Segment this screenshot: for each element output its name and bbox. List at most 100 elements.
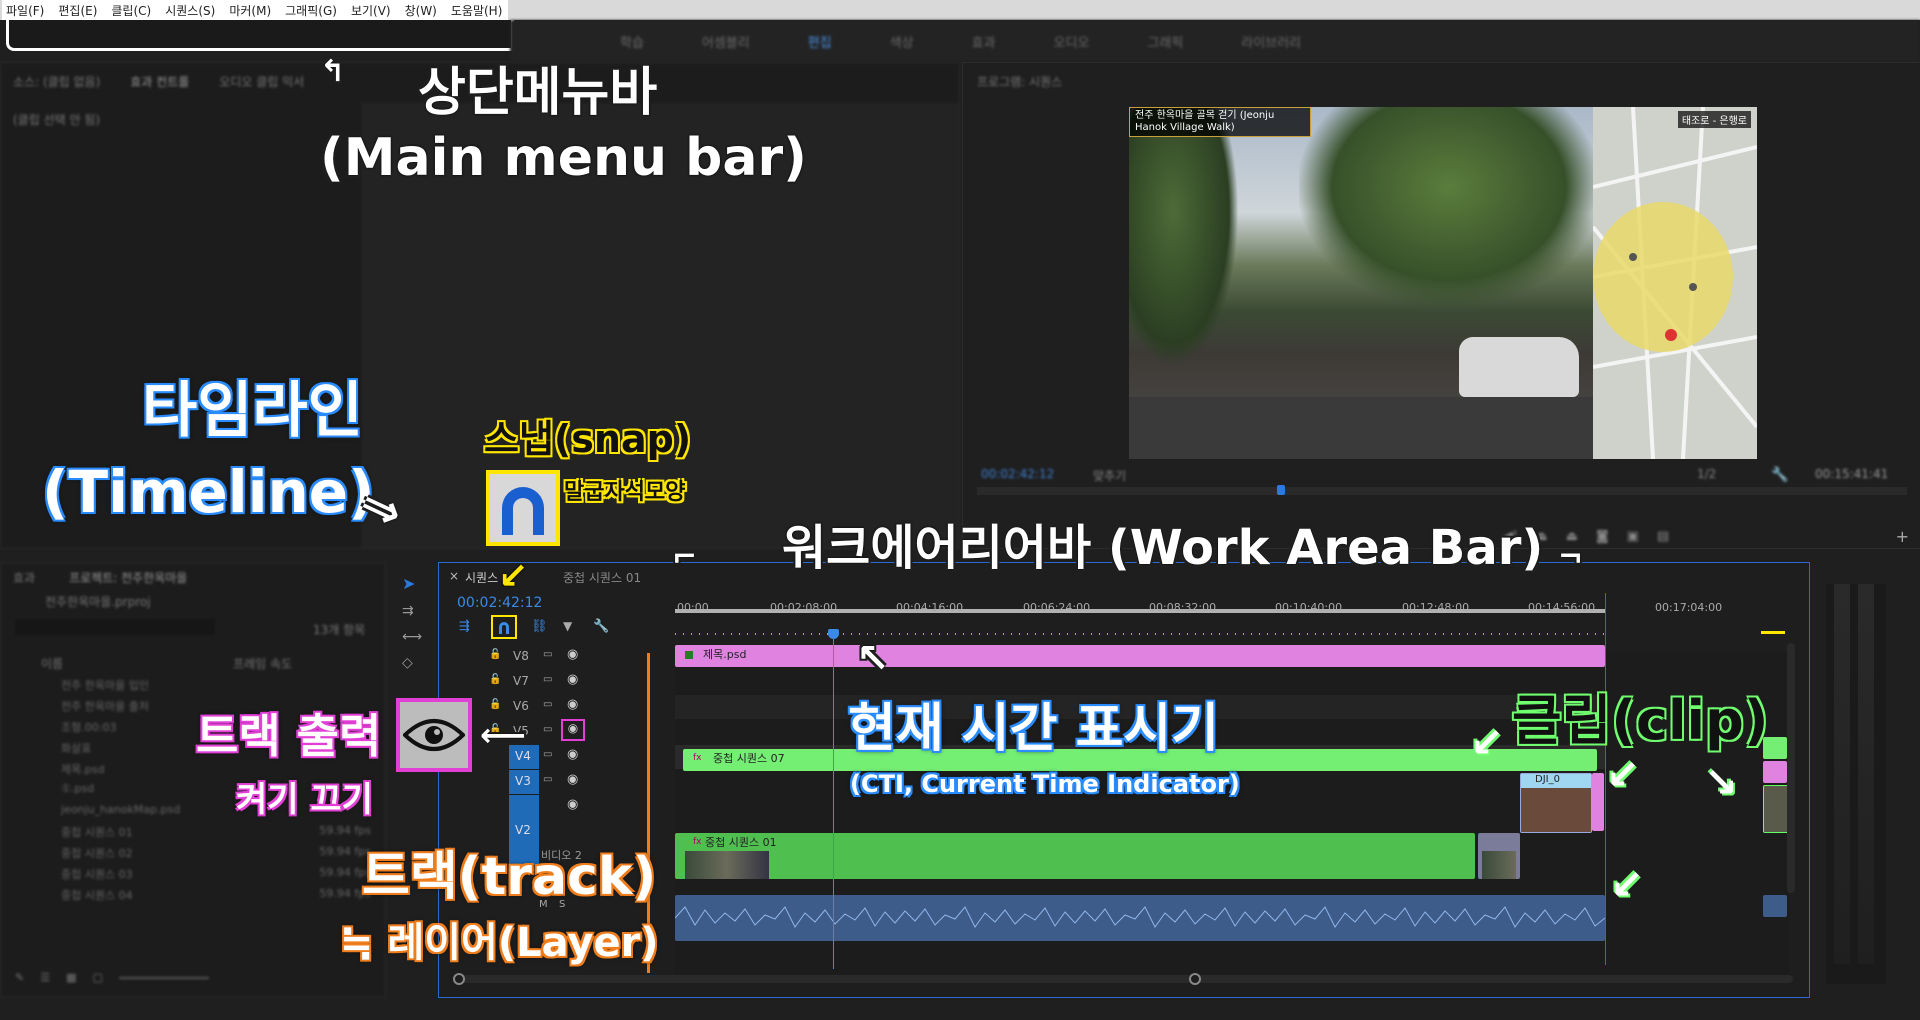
ripple-tool-icon[interactable]: ⟷ bbox=[402, 629, 426, 645]
list-item[interactable]: 중첩 시퀀스 01 59.94 fps bbox=[61, 824, 371, 845]
menu-item-marker[interactable]: 마커(M) bbox=[229, 2, 271, 19]
clip-title-psd[interactable]: 제목.psd bbox=[675, 645, 1605, 667]
clip-edge-pink[interactable] bbox=[1763, 761, 1787, 783]
linked-selection-icon[interactable]: ⛓ bbox=[531, 619, 548, 634]
column-name[interactable]: 이름 bbox=[41, 655, 63, 672]
resolution-dropdown[interactable]: 1/2 bbox=[1697, 467, 1716, 481]
list-view-icon[interactable]: ☰ bbox=[40, 971, 50, 984]
program-monitor-title[interactable]: 프로그램: 시퀀스 bbox=[977, 73, 1062, 90]
timeline-timecode[interactable]: 00:02:42:12 bbox=[457, 595, 542, 611]
snap-button[interactable] bbox=[491, 615, 517, 639]
program-timecode[interactable]: 00:02:42:12 bbox=[981, 467, 1054, 481]
time-ruler[interactable]: 00:00 00:02:08:00 00:04:16:00 00:06:24:0… bbox=[675, 593, 1789, 653]
clip-dji-label: DJI_0 bbox=[1521, 774, 1591, 788]
workspace-icon-left[interactable] bbox=[0, 22, 502, 48]
ruler-tick-label: 00:10:40:00 bbox=[1275, 601, 1343, 614]
eye-icon[interactable]: ◉ bbox=[567, 647, 578, 662]
icon-view-icon[interactable]: ▦ bbox=[66, 971, 76, 984]
scrollbar-handle-left[interactable] bbox=[453, 973, 465, 985]
timeline-tab-sequence[interactable]: 시퀀스 bbox=[465, 569, 498, 586]
workspace-tab-effects[interactable]: 효과 bbox=[972, 32, 996, 51]
add-button-icon[interactable]: + bbox=[1896, 527, 1909, 546]
menu-item-sequence[interactable]: 시퀀스(S) bbox=[165, 2, 215, 19]
program-playhead[interactable] bbox=[1277, 485, 1285, 495]
list-item[interactable]: 중첩 시퀀스 03 59.94 fps bbox=[61, 866, 371, 887]
menu-item-edit[interactable]: 편집(E) bbox=[58, 2, 97, 19]
timeline-vertical-scrollbar[interactable] bbox=[1787, 643, 1795, 893]
timeline-horizontal-scrollbar[interactable] bbox=[453, 973, 1793, 985]
current-time-indicator[interactable] bbox=[828, 629, 839, 969]
list-item[interactable]: 중첩 시퀀스 04 59.94 fps bbox=[61, 887, 371, 908]
audio-clip-edge[interactable] bbox=[1763, 895, 1787, 917]
timeline-settings-wrench-icon[interactable]: 🔧 bbox=[593, 619, 609, 634]
track-select-tool-icon[interactable]: ⇉ bbox=[402, 603, 426, 619]
lock-icon[interactable]: 🔓 bbox=[489, 674, 501, 685]
column-frame-rate[interactable]: 프레임 속도 bbox=[233, 655, 292, 672]
eye-icon[interactable]: ◉ bbox=[567, 772, 578, 787]
menu-item-clip[interactable]: 클립(C) bbox=[111, 2, 151, 19]
tab-project[interactable]: 프로젝트: 전주한옥마을 bbox=[69, 569, 187, 586]
sync-lock-icon[interactable]: ▭ bbox=[543, 724, 552, 735]
track-label-v3[interactable]: V3 bbox=[515, 774, 531, 788]
tab-effect-controls[interactable]: 효과 컨트롤 bbox=[130, 73, 189, 90]
workspace-tab-audio[interactable]: 오디오 bbox=[1054, 32, 1090, 51]
clip-dji[interactable]: DJI_0 bbox=[1520, 773, 1592, 833]
menu-item-file[interactable]: 파일(F) bbox=[6, 2, 44, 19]
sync-lock-icon[interactable]: ▭ bbox=[543, 749, 552, 760]
tab-audio-clip-mixer[interactable]: 오디오 클립 믹서 bbox=[219, 73, 304, 90]
workspace-tab-graphics[interactable]: 그래픽 bbox=[1147, 32, 1183, 51]
compare-icon[interactable]: ▣ bbox=[1627, 529, 1639, 544]
menu-item-help[interactable]: 도움말(H) bbox=[451, 2, 503, 19]
sync-lock-icon[interactable]: ▭ bbox=[543, 699, 552, 710]
fit-dropdown[interactable]: 맞추기 bbox=[1093, 467, 1126, 484]
sync-lock-icon[interactable]: ▭ bbox=[543, 649, 552, 660]
timeline-tab-close-icon[interactable]: × bbox=[449, 569, 459, 583]
source-empty-text: (클립 선택 안 됨) bbox=[13, 113, 101, 127]
lock-icon[interactable]: 🔓 bbox=[489, 699, 501, 710]
freeform-view-icon[interactable]: ▢ bbox=[93, 971, 103, 984]
pencil-icon[interactable]: ✎ bbox=[15, 971, 24, 984]
scrollbar-handle-center[interactable] bbox=[1189, 973, 1201, 985]
list-item[interactable]: 전주 한옥마을 입인 bbox=[61, 677, 371, 698]
audio-clip[interactable] bbox=[674, 895, 1606, 941]
workspace-tab-color[interactable]: 색상 bbox=[890, 32, 914, 51]
workspace-tab-edit[interactable]: 편집 bbox=[808, 32, 832, 51]
selection-tool-icon[interactable]: ➤ bbox=[402, 574, 426, 593]
lock-icon[interactable]: 🔓 bbox=[489, 649, 501, 660]
audio-meter-right bbox=[1858, 584, 1874, 964]
sync-lock-icon[interactable]: ▭ bbox=[543, 774, 552, 785]
vr-icon[interactable]: ▤ bbox=[1657, 529, 1669, 544]
workspace-tab-assembly[interactable]: 어셈블리 bbox=[702, 32, 750, 51]
eye-icon[interactable]: ◉ bbox=[567, 747, 578, 762]
clip-short[interactable] bbox=[1478, 833, 1520, 879]
sync-lock-icon[interactable]: ▭ bbox=[543, 674, 552, 685]
timeline-tab-nested-01[interactable]: 중첩 시퀀스 01 bbox=[563, 569, 641, 586]
workspace-tab-learn[interactable]: 학습 bbox=[620, 32, 644, 51]
wrench-icon[interactable]: 🔧 bbox=[1771, 467, 1788, 483]
track-label-v7[interactable]: V7 bbox=[513, 674, 529, 688]
track-label-v6[interactable]: V6 bbox=[513, 699, 529, 713]
razor-tool-icon[interactable]: ◇ bbox=[402, 655, 426, 671]
tab-effects[interactable]: 효과 bbox=[13, 569, 35, 586]
menu-item-view[interactable]: 보기(V) bbox=[351, 2, 391, 19]
list-item[interactable]: 중첩 시퀀스 02 59.94 fps bbox=[61, 845, 371, 866]
camera-icon[interactable]: ◙ bbox=[1596, 529, 1609, 544]
eye-icon[interactable]: ◉ bbox=[567, 797, 578, 812]
eye-icon[interactable]: ◉ bbox=[567, 697, 578, 712]
track-label-v8[interactable]: V8 bbox=[513, 649, 529, 663]
clip-edge-thumb[interactable] bbox=[1763, 785, 1789, 833]
clip-pink-edge[interactable] bbox=[1592, 773, 1604, 831]
project-search-input[interactable] bbox=[15, 619, 215, 635]
menu-item-graphics[interactable]: 그래픽(G) bbox=[285, 2, 337, 19]
clip-nested-01[interactable]: fx 중첩 시퀀스 01 bbox=[675, 833, 1475, 879]
workspace-tab-libraries[interactable]: 라이브러리 bbox=[1241, 32, 1301, 51]
annotation-snap-title: 스냅(snap) bbox=[484, 417, 692, 461]
menu-item-window[interactable]: 창(W) bbox=[405, 2, 437, 19]
zoom-slider[interactable] bbox=[118, 971, 209, 979]
program-mini-timeline[interactable] bbox=[977, 485, 1907, 495]
nest-toggle-icon[interactable]: ⇶ bbox=[459, 619, 470, 634]
track-output-eye-icon[interactable]: ◉ bbox=[561, 719, 585, 741]
add-marker-icon[interactable]: ▼ bbox=[563, 619, 572, 633]
eye-icon[interactable]: ◉ bbox=[567, 672, 578, 687]
tab-source[interactable]: 소스: (클립 없음) bbox=[13, 73, 100, 90]
